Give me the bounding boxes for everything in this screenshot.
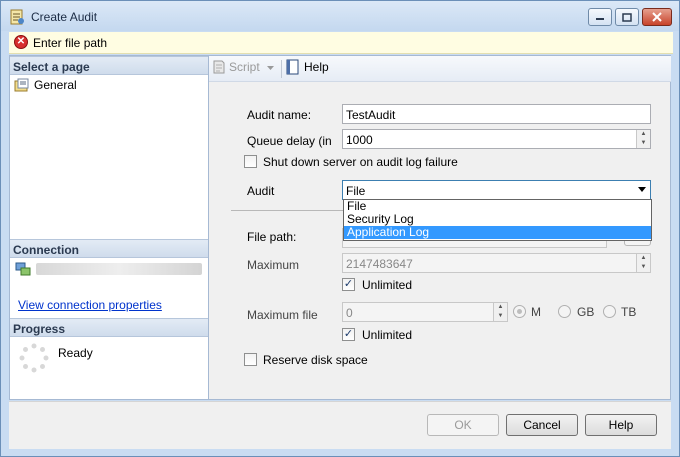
page-item-general[interactable]: General <box>14 78 77 92</box>
unlimited-checkbox-2[interactable]: ✓ <box>342 328 355 341</box>
reserve-disk-label: Reserve disk space <box>263 353 368 367</box>
maximum-file-input[interactable]: 0 ▲ ▼ <box>342 302 508 322</box>
maximum-file-label: Maximum file <box>247 308 318 322</box>
create-audit-dialog: Create Audit ✕ Enter file path Select a … <box>0 0 680 457</box>
maximize-button[interactable] <box>615 8 639 26</box>
close-icon <box>652 12 662 22</box>
maximum-label: Maximum <box>247 258 300 272</box>
help-button[interactable]: Help <box>585 414 657 436</box>
left-pane: Select a page General Connection View co… <box>9 55 209 400</box>
help-book-icon <box>286 59 299 75</box>
unit-m-label: M <box>531 305 541 319</box>
chevron-down-icon <box>638 187 646 192</box>
error-icon: ✕ <box>14 35 28 49</box>
script-label: Script <box>229 60 260 74</box>
progress-header: Progress <box>10 318 208 337</box>
button-bar: OK Cancel Help <box>9 401 671 449</box>
message-bar: ✕ Enter file path <box>9 32 673 54</box>
maximum-input[interactable]: 2147483647 ▲ ▼ <box>342 253 651 273</box>
window-title: Create Audit <box>31 10 98 24</box>
unlimited-label-2: Unlimited <box>362 328 413 342</box>
unit-gb-label: GB <box>577 305 595 319</box>
script-button[interactable]: Script <box>212 59 260 75</box>
view-connection-properties-link[interactable]: View connection properties <box>18 298 162 312</box>
maximum-file-value: 0 <box>346 306 353 320</box>
page-item-label: General <box>34 78 77 92</box>
unlimited-checkbox-1[interactable]: ✓ <box>342 278 355 291</box>
server-icon <box>15 262 31 276</box>
queue-delay-spinner[interactable]: ▲ ▼ <box>636 130 650 148</box>
toolbar: Script Help <box>209 56 671 82</box>
file-path-label: File path: <box>247 230 297 244</box>
audit-type-select[interactable]: File <box>342 180 651 200</box>
connection-server <box>36 263 202 275</box>
progress-status: Ready <box>58 346 93 360</box>
shutdown-checkbox[interactable] <box>244 155 257 168</box>
maximize-icon <box>622 12 632 22</box>
unit-m-radio[interactable] <box>513 305 526 318</box>
connection-header: Connection <box>10 239 208 258</box>
queue-delay-value: 1000 <box>346 133 373 147</box>
shutdown-label: Shut down server on audit log failure <box>263 155 458 169</box>
maximum-spinner[interactable]: ▲ ▼ <box>636 254 650 272</box>
progress-spinner-icon <box>19 343 49 373</box>
maximum-value: 2147483647 <box>346 257 413 271</box>
unit-tb-label: TB <box>621 305 637 319</box>
message-text: Enter file path <box>33 36 108 50</box>
cancel-button[interactable]: Cancel <box>506 414 578 436</box>
maximum-file-spinner[interactable]: ▲ ▼ <box>493 303 507 321</box>
minimize-button[interactable] <box>588 8 612 26</box>
audit-wizard-icon <box>10 9 24 25</box>
title-bar[interactable]: Create Audit <box>1 1 679 31</box>
close-button[interactable] <box>642 8 672 26</box>
audit-name-label: Audit name: <box>247 108 312 122</box>
unit-tb-radio[interactable] <box>603 305 616 318</box>
audit-type-selected: File <box>346 184 366 198</box>
audit-name-input[interactable]: TestAudit <box>342 104 651 124</box>
unit-gb-radio[interactable] <box>558 305 571 318</box>
script-icon <box>213 60 225 74</box>
select-page-header: Select a page <box>10 56 208 75</box>
queue-delay-label: Queue delay (in <box>247 134 332 148</box>
audit-type-dropdown-list: File Security Log Application Log <box>343 199 652 241</box>
help-toolbar-button[interactable]: Help <box>286 59 329 75</box>
reserve-disk-checkbox[interactable] <box>244 353 257 366</box>
dropdown-option-application-log[interactable]: Application Log <box>344 226 651 239</box>
audit-type-label: Audit <box>247 184 275 198</box>
unlimited-label-1: Unlimited <box>362 278 413 292</box>
help-toolbar-label: Help <box>304 60 329 74</box>
queue-delay-input[interactable]: 1000 ▲ ▼ <box>342 129 651 149</box>
page-icon <box>14 78 29 92</box>
chevron-down-icon[interactable] <box>267 66 274 71</box>
minimize-icon <box>596 18 604 20</box>
toolbar-separator <box>281 60 282 78</box>
ok-button[interactable]: OK <box>427 414 499 436</box>
